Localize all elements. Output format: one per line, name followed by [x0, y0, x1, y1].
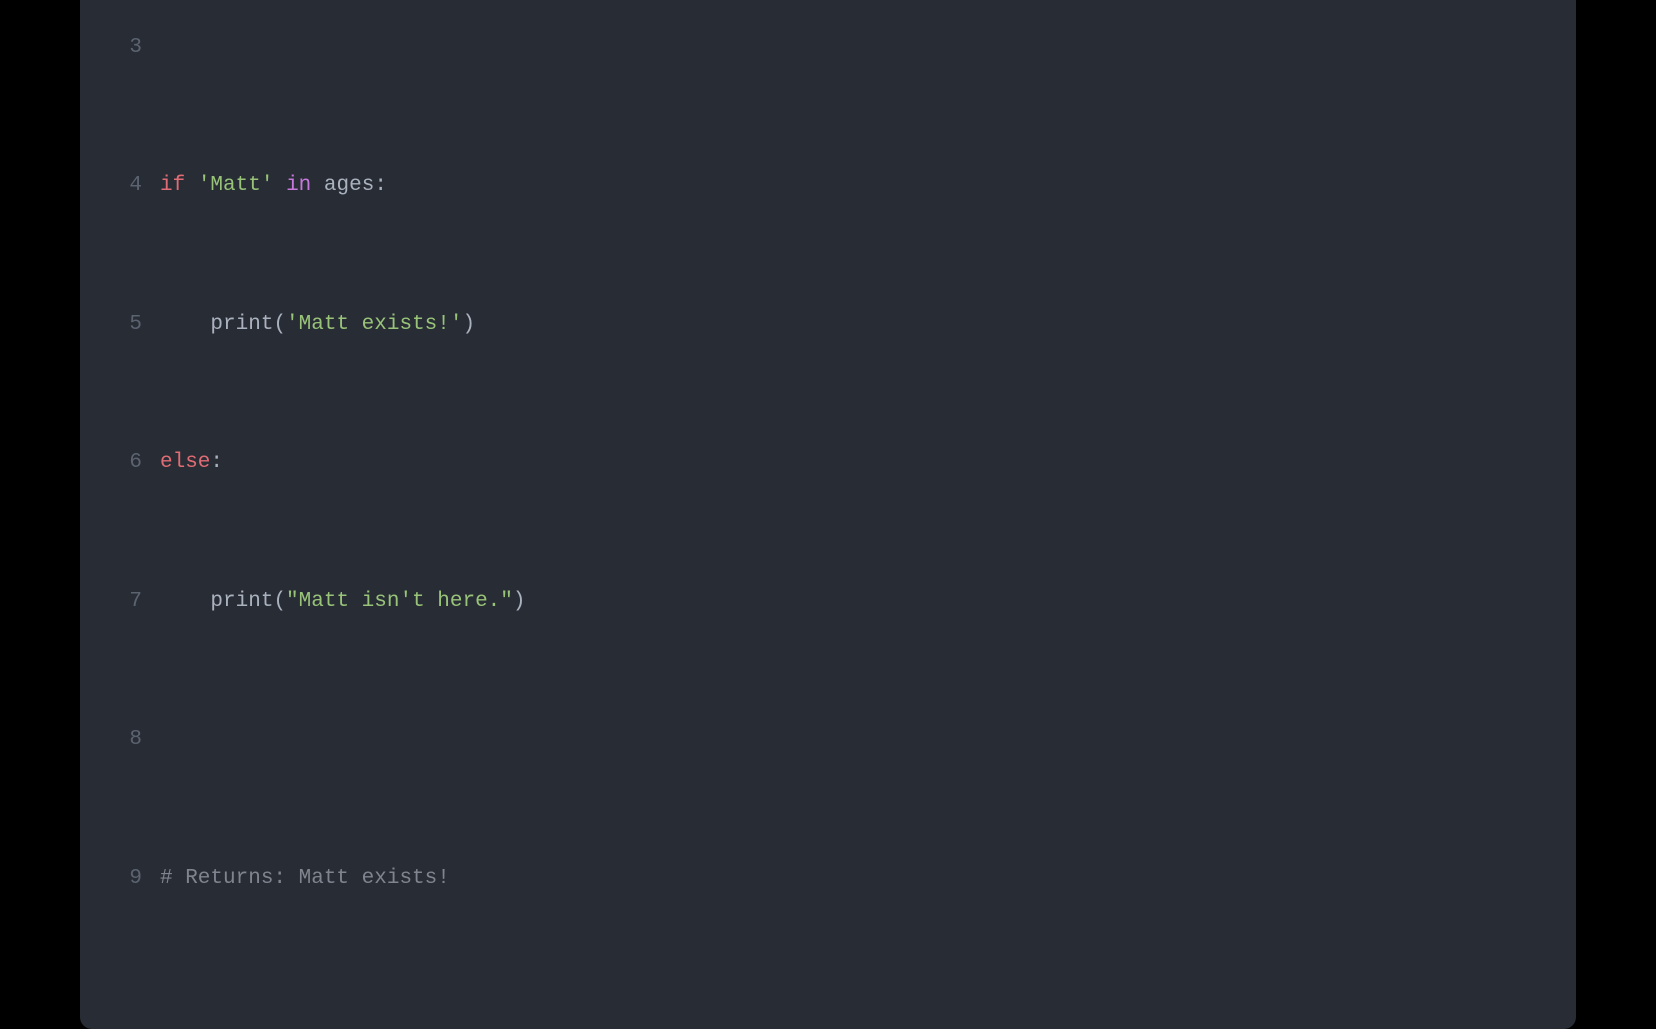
builtin-print: print: [210, 590, 273, 613]
code-line: 9 # Returns: Matt exists!: [108, 862, 1548, 897]
code-line: 6 else:: [108, 446, 1548, 481]
line-number: 4: [108, 169, 142, 204]
colon: :: [210, 451, 223, 474]
code-line: 8: [108, 723, 1548, 758]
code-line: 4 if 'Matt' in ages:: [108, 169, 1548, 204]
keyword-else: else: [160, 451, 210, 474]
comment: # Returns: Matt exists!: [160, 867, 450, 890]
line-number: 7: [108, 585, 142, 620]
line-number: 5: [108, 308, 142, 343]
variable: ages: [324, 174, 374, 197]
string: "Matt isn't here.": [286, 590, 513, 613]
code-line: 7 print("Matt isn't here."): [108, 585, 1548, 620]
colon: :: [374, 174, 387, 197]
line-number: 3: [108, 31, 142, 66]
code-line: 3: [108, 31, 1548, 66]
builtin-print: print: [210, 313, 273, 336]
code-window: 1 # Checking if a key exists in a Python…: [80, 0, 1576, 1029]
string: 'Matt': [198, 174, 274, 197]
code-line: 5 print('Matt exists!'): [108, 308, 1548, 343]
keyword-in: in: [286, 174, 311, 197]
line-number: 8: [108, 723, 142, 758]
keyword-if: if: [160, 174, 185, 197]
line-number: 9: [108, 862, 142, 897]
string: 'Matt exists!': [286, 313, 462, 336]
line-number: 6: [108, 446, 142, 481]
code-block: 1 # Checking if a key exists in a Python…: [108, 0, 1548, 1001]
